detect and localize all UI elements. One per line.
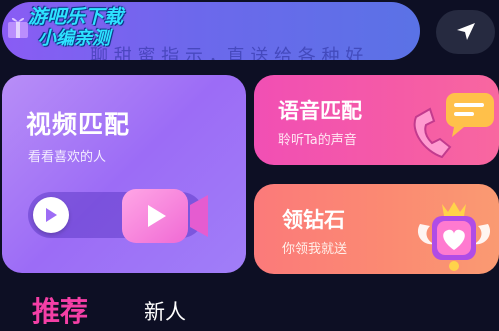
tab-recommend[interactable]: 推荐	[32, 290, 88, 330]
location-arrow-icon	[456, 23, 475, 40]
watermark-line-1: 游吧乐下载	[28, 6, 124, 28]
voice-match-title: 语音匹配	[278, 99, 362, 123]
video-match-card[interactable]: 视频匹配 看看喜欢的人	[2, 75, 246, 273]
play-icon	[46, 208, 57, 222]
voice-match-subtitle: 聆听Ta的声音	[278, 133, 357, 148]
diamond-title: 领钻石	[282, 208, 345, 232]
video-match-title: 视频匹配	[26, 110, 131, 139]
video-match-subtitle: 看看喜欢的人	[28, 150, 107, 165]
winged-heart-badge-icon	[417, 202, 491, 271]
gift-icon	[8, 17, 28, 38]
video-camera-icon	[122, 189, 208, 243]
diamond-reward-card[interactable]: 领钻石 你领我就送	[254, 184, 499, 274]
diamond-subtitle: 你领我就送	[282, 242, 348, 257]
top-banner[interactable]: 游吧乐下载 小编亲测 聊 甜 蜜 指 示 ，直 送 给 各 种 好	[2, 2, 420, 60]
voice-match-card[interactable]: 语音匹配 聆听Ta的声音	[254, 75, 499, 165]
banner-marquee-text: 聊 甜 蜜 指 示 ，直 送 给 各 种 好	[90, 46, 364, 60]
play-slider-knob[interactable]	[33, 197, 69, 233]
tab-new[interactable]: 新人	[144, 296, 186, 326]
location-button[interactable]	[436, 10, 495, 54]
phone-chat-icon	[413, 93, 494, 159]
